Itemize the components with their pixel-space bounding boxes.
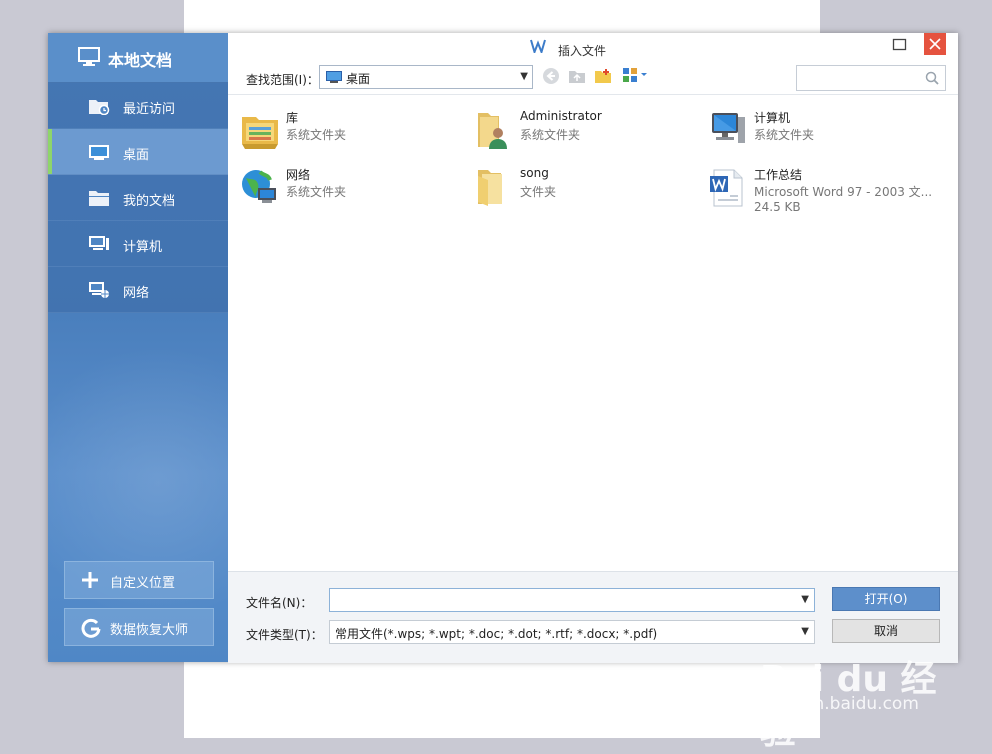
filename-label: 文件名(N)： — [246, 596, 313, 610]
sidebar-item-label: 最近访问 — [123, 102, 176, 117]
chevron-down-icon: ▼ — [801, 626, 809, 637]
file-name: 计算机 — [754, 111, 791, 125]
file-name: 网络 — [286, 168, 311, 182]
library-icon — [240, 109, 280, 151]
data-recovery-button[interactable]: 数据恢复大师 — [64, 608, 214, 646]
computer-icon — [88, 235, 110, 256]
computer-icon — [708, 109, 748, 151]
file-type: 文件夹 — [520, 185, 557, 199]
chevron-down-icon[interactable]: ▼ — [801, 594, 809, 605]
toolbar: 查找范围(I)： 桌面 ▼ — [228, 64, 958, 94]
sidebar-header: 本地文档 — [48, 33, 228, 83]
view-grid-icon — [623, 68, 647, 82]
recent-folder-icon — [88, 97, 110, 118]
file-name: 库 — [286, 111, 299, 125]
network-icon — [240, 166, 280, 208]
lookin-select[interactable]: 桌面 ▼ — [319, 65, 533, 89]
folder-icon — [474, 166, 514, 208]
file-name: song — [520, 166, 549, 180]
insert-file-dialog: 本地文档 最近访问 桌面 我的文档 计算机 网络 自定义位置 数据恢复大师 插入… — [48, 33, 958, 663]
monitor-icon — [78, 47, 100, 70]
custom-location-label: 自定义位置 — [110, 576, 176, 591]
open-button[interactable]: 打开(O) — [832, 587, 940, 611]
recovery-icon — [81, 618, 101, 642]
sidebar-list: 最近访问 桌面 我的文档 计算机 网络 — [48, 83, 228, 313]
user-folder-icon — [474, 109, 514, 151]
baidu-watermark: Bai du 经验 jingyan.baidu.com — [760, 650, 960, 752]
file-type: 系统文件夹 — [520, 128, 581, 142]
cancel-button[interactable]: 取消 — [832, 619, 940, 643]
file-size: 24.5 KB — [754, 200, 801, 214]
file-type: 系统文件夹 — [286, 185, 347, 199]
file-type: 系统文件夹 — [754, 128, 815, 142]
file-type: Microsoft Word 97 - 2003 文... — [754, 185, 933, 199]
back-button[interactable] — [542, 67, 560, 88]
file-name: 工作总结 — [754, 168, 803, 182]
up-folder-icon — [569, 71, 585, 83]
file-item-work-summary[interactable]: 工作总结 Microsoft Word 97 - 2003 文... 24.5 … — [702, 162, 932, 220]
watermark-url: jingyan.baidu.com — [762, 694, 919, 714]
filename-input[interactable] — [333, 591, 797, 611]
search-icon[interactable] — [925, 71, 939, 88]
sidebar-item-recent[interactable]: 最近访问 — [48, 83, 228, 129]
lookin-value: 桌面 — [346, 72, 371, 86]
file-name: Administrator — [520, 109, 602, 123]
new-folder-button[interactable] — [594, 67, 612, 88]
sidebar-item-documents[interactable]: 我的文档 — [48, 175, 228, 221]
filetype-value: 常用文件(*.wps; *.wpt; *.doc; *.dot; *.rtf; … — [335, 627, 658, 641]
search-field[interactable] — [796, 65, 946, 91]
filetype-select[interactable]: 常用文件(*.wps; *.wpt; *.doc; *.dot; *.rtf; … — [329, 620, 815, 644]
plus-icon — [81, 571, 99, 593]
title-bar: 插入文件 — [228, 33, 958, 63]
folder-icon — [88, 189, 110, 210]
close-icon — [929, 38, 941, 50]
desktop-icon — [326, 71, 342, 86]
lookin-label: 查找范围(I)： — [246, 73, 319, 87]
file-item-song[interactable]: song 文件夹 — [468, 162, 698, 212]
search-input[interactable] — [801, 68, 920, 90]
back-icon — [543, 68, 559, 84]
data-recovery-label: 数据恢复大师 — [110, 623, 189, 638]
sidebar-item-label: 网络 — [123, 286, 150, 301]
dialog-title: 插入文件 — [558, 44, 607, 58]
file-item-administrator[interactable]: Administrator 系统文件夹 — [468, 105, 698, 155]
chevron-down-icon: ▼ — [520, 71, 528, 82]
new-folder-icon — [595, 69, 611, 83]
sidebar-item-network[interactable]: 网络 — [48, 267, 228, 313]
file-item-computer[interactable]: 计算机 系统文件夹 — [702, 105, 932, 155]
file-type: 系统文件夹 — [286, 128, 347, 142]
view-menu-button[interactable] — [622, 67, 650, 86]
sidebar-title: 本地文档 — [108, 51, 173, 70]
file-list-area: 库 系统文件夹 Administrator 系统文件夹 计算机 系统文件夹 网络… — [228, 94, 958, 571]
word-doc-icon — [708, 166, 748, 208]
file-item-library[interactable]: 库 系统文件夹 — [234, 105, 464, 155]
filetype-label: 文件类型(T)： — [246, 628, 323, 642]
network-icon — [88, 281, 110, 302]
sidebar-item-computer[interactable]: 计算机 — [48, 221, 228, 267]
sidebar-item-desktop[interactable]: 桌面 — [48, 129, 228, 175]
custom-location-button[interactable]: 自定义位置 — [64, 561, 214, 599]
wps-writer-icon — [530, 39, 546, 56]
sidebar-item-label: 计算机 — [123, 240, 163, 255]
filename-combobox[interactable]: ▼ — [329, 588, 815, 612]
close-button[interactable] — [924, 33, 946, 55]
maximize-button[interactable] — [892, 38, 910, 56]
sidebar-item-label: 桌面 — [123, 148, 150, 163]
sidebar: 本地文档 最近访问 桌面 我的文档 计算机 网络 自定义位置 数据恢复大师 — [48, 33, 228, 662]
file-item-network[interactable]: 网络 系统文件夹 — [234, 162, 464, 212]
desktop-icon — [88, 143, 110, 164]
sidebar-item-label: 我的文档 — [123, 194, 176, 209]
up-folder-button[interactable] — [568, 67, 586, 88]
